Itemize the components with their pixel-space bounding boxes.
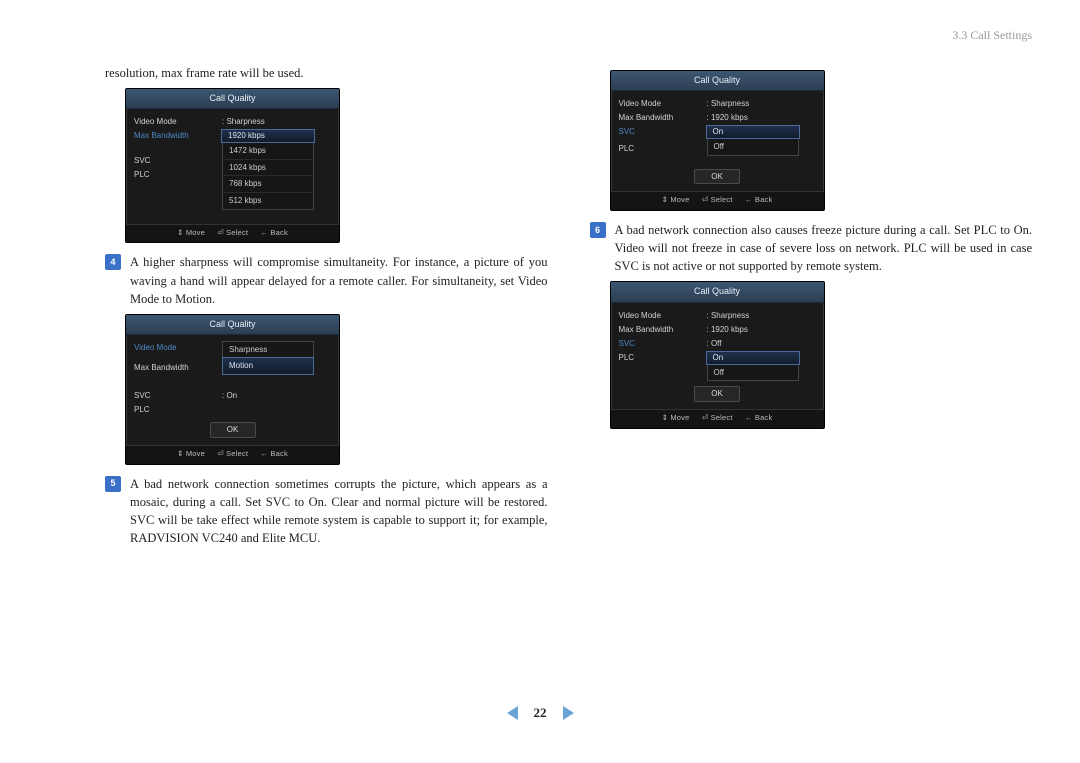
value-video-mode: : Sharpness xyxy=(222,116,331,128)
step-6: 6 A bad network connection also causes f… xyxy=(590,221,1033,275)
continuation-text: resolution, max frame rate will be used. xyxy=(105,64,548,82)
step-number-badge: 6 xyxy=(590,222,606,238)
ok-button[interactable]: OK xyxy=(694,169,740,185)
label-video-mode: Video Mode xyxy=(134,342,222,354)
dialog-svc: Call Quality Video Mode : Sharpness Max … xyxy=(610,70,825,211)
dialog-title: Call Quality xyxy=(611,282,824,302)
hint-back: ← Back xyxy=(745,413,772,422)
dialog-title: Call Quality xyxy=(126,89,339,109)
step-number-badge: 4 xyxy=(105,254,121,270)
ok-button[interactable]: OK xyxy=(694,386,740,402)
hint-back: ← Back xyxy=(745,195,772,204)
label-max-bandwidth: Max Bandwidth xyxy=(134,130,222,142)
step-text: A higher sharpness will compromise simul… xyxy=(130,253,548,307)
dialog-video-mode: Call Quality Video Mode Sharpness Motion… xyxy=(125,314,340,465)
setting-row: SVC : Off xyxy=(619,337,816,351)
label-video-mode: Video Mode xyxy=(619,98,707,110)
label-plc: PLC xyxy=(134,169,222,181)
hint-select: ⏎ Select xyxy=(217,228,248,237)
step-text: A bad network connection sometimes corru… xyxy=(130,475,548,548)
step-text: A bad network connection also causes fre… xyxy=(615,221,1033,275)
dialog-footer: ⇕ Move ⏎ Select ← Back xyxy=(611,409,824,428)
hint-move: ⇕ Move xyxy=(177,228,205,237)
setting-row: Video Mode : Sharpness xyxy=(134,115,331,129)
step-5: 5 A bad network connection sometimes cor… xyxy=(105,475,548,548)
hint-move: ⇕ Move xyxy=(662,195,690,204)
label-plc: PLC xyxy=(619,352,707,364)
dialog-footer: ⇕ Move ⏎ Select ← Back xyxy=(126,445,339,464)
value-max-bandwidth: : 1920 kbps xyxy=(707,324,816,336)
value-svc: : On xyxy=(222,390,331,402)
step-number-badge: 5 xyxy=(105,476,121,492)
setting-row: Max Bandwidth : 1920 kbps xyxy=(619,111,816,125)
label-max-bandwidth: Max Bandwidth xyxy=(619,324,707,336)
label-svc: SVC xyxy=(134,390,222,402)
label-svc: SVC xyxy=(134,155,222,167)
selected-svc[interactable]: On xyxy=(707,126,799,138)
label-max-bandwidth: Max Bandwidth xyxy=(619,112,707,124)
setting-row: Max Bandwidth : 1920 kbps xyxy=(619,323,816,337)
prev-page-icon[interactable] xyxy=(507,706,518,720)
plc-option[interactable]: Off xyxy=(708,365,798,381)
label-svc: SVC xyxy=(619,338,707,350)
setting-row: SVC : On xyxy=(134,389,331,403)
selected-bandwidth[interactable]: 1920 kbps xyxy=(222,130,314,142)
dialog-footer: ⇕ Move ⏎ Select ← Back xyxy=(126,224,339,243)
content-columns: resolution, max frame rate will be used.… xyxy=(105,64,1032,683)
hint-back: ← Back xyxy=(260,228,287,237)
next-page-icon[interactable] xyxy=(563,706,574,720)
hint-select: ⏎ Select xyxy=(702,195,733,204)
label-video-mode: Video Mode xyxy=(619,310,707,322)
label-plc: PLC xyxy=(134,404,222,416)
label-plc: PLC xyxy=(619,143,707,155)
value-video-mode: : Sharpness xyxy=(707,310,816,322)
dialog-title: Call Quality xyxy=(126,315,339,335)
dialog-footer: ⇕ Move ⏎ Select ← Back xyxy=(611,191,824,210)
dialog-plc: Call Quality Video Mode : Sharpness Max … xyxy=(610,281,825,428)
ok-button[interactable]: OK xyxy=(210,422,256,438)
page-section-header: 3.3 Call Settings xyxy=(952,28,1032,43)
hint-back: ← Back xyxy=(260,449,287,458)
setting-row: Video Mode : Sharpness xyxy=(619,309,816,323)
dialog-bandwidth: Call Quality Video Mode : Sharpness Max … xyxy=(125,88,340,243)
page-navigation: 22 xyxy=(0,705,1080,721)
label-video-mode: Video Mode xyxy=(134,116,222,128)
hint-move: ⇕ Move xyxy=(662,413,690,422)
left-column: resolution, max frame rate will be used.… xyxy=(105,64,548,683)
selected-plc[interactable]: On xyxy=(707,352,799,364)
hint-select: ⏎ Select xyxy=(217,449,248,458)
dialog-title: Call Quality xyxy=(611,71,824,91)
page-number: 22 xyxy=(534,705,547,721)
step-4: 4 A higher sharpness will compromise sim… xyxy=(105,253,548,307)
plc-dropdown[interactable]: Off xyxy=(707,364,799,382)
value-svc: : Off xyxy=(707,338,816,350)
hint-move: ⇕ Move xyxy=(177,449,205,458)
setting-row: Video Mode : Sharpness xyxy=(619,97,816,111)
video-mode-option[interactable]: Sharpness xyxy=(223,342,313,359)
value-video-mode: : Sharpness xyxy=(707,98,816,110)
hint-select: ⏎ Select xyxy=(702,413,733,422)
value-max-bandwidth: : 1920 kbps xyxy=(707,112,816,124)
label-max-bandwidth: Max Bandwidth xyxy=(134,362,222,374)
label-svc: SVC xyxy=(619,126,707,138)
right-column: Call Quality Video Mode : Sharpness Max … xyxy=(590,64,1033,683)
setting-row: PLC xyxy=(134,403,331,417)
